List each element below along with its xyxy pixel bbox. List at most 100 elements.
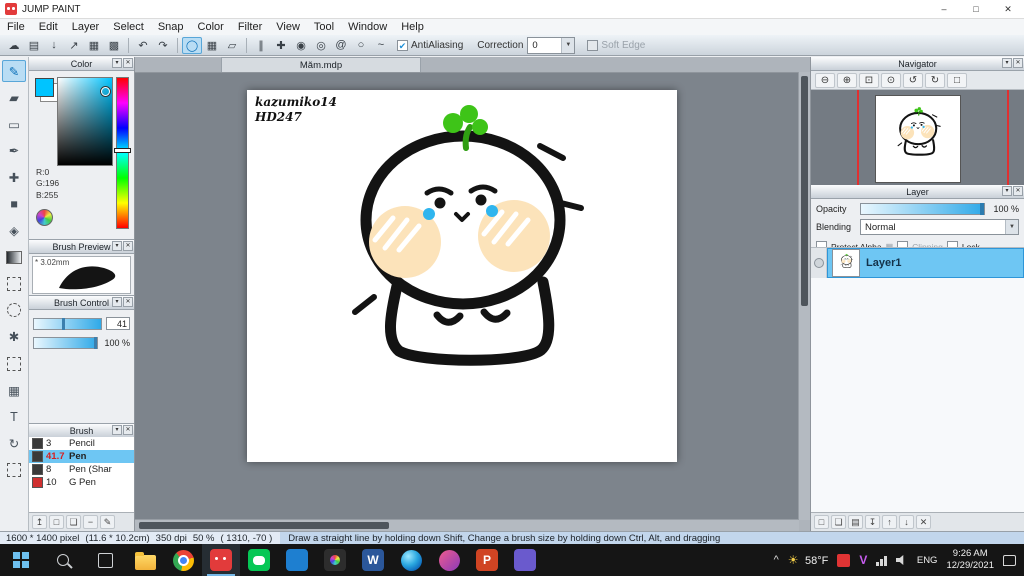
panel-close-icon[interactable]: ✕: [123, 58, 133, 68]
menu-edit[interactable]: Edit: [32, 21, 65, 33]
snap-parallel-button[interactable]: ∥: [251, 37, 271, 54]
snap-off-button[interactable]: ◯: [182, 36, 202, 54]
v-app-tray-icon[interactable]: V: [859, 553, 867, 567]
menu-filter[interactable]: Filter: [231, 21, 269, 33]
horizontal-scrollbar[interactable]: [135, 519, 799, 531]
select-tool-icon[interactable]: [2, 273, 26, 295]
minimize-button[interactable]: –: [928, 0, 960, 18]
delete-layer-icon[interactable]: ✕: [916, 515, 931, 529]
chevron-down-icon[interactable]: ▼: [1005, 220, 1018, 234]
panel-close-icon[interactable]: ✕: [123, 241, 133, 251]
import-brush-icon[interactable]: ↥: [32, 515, 47, 529]
lasso-tool-icon[interactable]: [2, 299, 26, 321]
gradient-tool-icon[interactable]: [2, 246, 26, 268]
panel-collapse-icon[interactable]: ▾: [112, 425, 122, 435]
navigator-thumbnail[interactable]: [874, 95, 961, 183]
menu-select[interactable]: Select: [106, 21, 151, 33]
maximize-button[interactable]: □: [960, 0, 992, 18]
brush-item-pen[interactable]: 41.7 Pen: [29, 450, 134, 463]
speaker-icon[interactable]: [895, 554, 904, 566]
color-wheel-icon[interactable]: [36, 209, 53, 226]
taskbar-chrome[interactable]: [164, 544, 202, 576]
snap-ellipse-button[interactable]: ○: [351, 37, 371, 54]
snap-vanish-button[interactable]: ◉: [291, 37, 311, 54]
menu-window[interactable]: Window: [341, 21, 394, 33]
rotate-right-icon[interactable]: ↻: [925, 72, 945, 88]
task-view-button[interactable]: [84, 544, 126, 576]
divide-tool-icon[interactable]: [2, 459, 26, 481]
reset-view-icon[interactable]: □: [947, 72, 967, 88]
tray-expand-icon[interactable]: ^: [774, 554, 779, 566]
eraser-tool-icon[interactable]: ▰: [2, 87, 26, 109]
duplicate-brush-icon[interactable]: ❏: [66, 515, 81, 529]
pen-tool-icon[interactable]: ✎: [2, 60, 26, 82]
slider-thumb[interactable]: [62, 317, 66, 330]
scrollbar-thumb[interactable]: [801, 76, 808, 306]
layer-opacity-slider[interactable]: [860, 203, 985, 215]
panel-collapse-icon[interactable]: ▾: [1002, 186, 1012, 196]
taskbar-store-app[interactable]: [278, 544, 316, 576]
menu-color[interactable]: Color: [191, 21, 231, 33]
gallery-icon[interactable]: ▤: [24, 37, 44, 54]
clock[interactable]: 9:26 AM 12/29/2021: [946, 548, 994, 572]
merge-layer-icon[interactable]: ↧: [865, 515, 880, 529]
taskbar-messenger-app[interactable]: [240, 544, 278, 576]
menu-view[interactable]: View: [269, 21, 307, 33]
select-pen-tool-icon[interactable]: [2, 353, 26, 375]
antivirus-tray-icon[interactable]: [837, 553, 851, 567]
chevron-down-icon[interactable]: ▼: [561, 37, 575, 53]
snap-cross-button[interactable]: ✚: [271, 37, 291, 54]
rectangle-tool-icon[interactable]: ▭: [2, 113, 26, 135]
remove-brush-icon[interactable]: −: [83, 515, 98, 529]
snap-grid-button[interactable]: ▦: [202, 37, 222, 54]
foreground-color-swatch[interactable]: [35, 78, 54, 97]
blending-dropdown[interactable]: Normal ▼: [860, 219, 1019, 235]
hue-cursor[interactable]: [114, 148, 131, 153]
zoom-actual-icon[interactable]: ⊙: [881, 72, 901, 88]
zoom-fit-icon[interactable]: ⊡: [859, 72, 879, 88]
brush-item-pencil[interactable]: 3 Pencil: [29, 437, 134, 450]
layer-visibility-toggle[interactable]: [811, 248, 827, 278]
slider-thumb[interactable]: [94, 337, 97, 349]
taskbar-media-app[interactable]: [430, 544, 468, 576]
weather-widget[interactable]: ☀ 58°F: [788, 551, 829, 569]
move-layer-up-icon[interactable]: ↑: [882, 515, 897, 529]
color-field-cursor[interactable]: [101, 87, 110, 96]
save-icon[interactable]: ↓: [44, 37, 64, 54]
panel-collapse-icon[interactable]: ▾: [112, 241, 122, 251]
close-button[interactable]: ✕: [992, 0, 1024, 18]
menu-file[interactable]: File: [0, 21, 32, 33]
taskbar-edge[interactable]: [392, 544, 430, 576]
bucket-tool-icon[interactable]: ◈: [2, 220, 26, 242]
snap-concentric-button[interactable]: ◎: [311, 37, 331, 54]
vertical-scrollbar[interactable]: [798, 72, 810, 520]
duplicate-layer-icon[interactable]: ❏: [831, 515, 846, 529]
scrollbar-thumb[interactable]: [139, 522, 389, 529]
wand-tool-icon[interactable]: ✱: [2, 326, 26, 348]
add-folder-icon[interactable]: ▤: [848, 515, 863, 529]
panel-collapse-icon[interactable]: ▾: [1002, 58, 1012, 68]
drawing-canvas[interactable]: kazumiko14 HD247: [247, 90, 677, 462]
brush-size-slider[interactable]: [33, 317, 102, 330]
control-point-tool-icon[interactable]: ✒: [2, 140, 26, 162]
document-tab[interactable]: Măm.mdp: [221, 57, 421, 72]
fill-rect-tool-icon[interactable]: ■: [2, 193, 26, 215]
undo-button[interactable]: ↶: [133, 37, 153, 54]
brush-size-value[interactable]: 41: [106, 317, 130, 330]
antialiasing-checkbox[interactable]: ✔: [397, 39, 408, 51]
add-brush-icon[interactable]: □: [49, 515, 64, 529]
panel-close-icon[interactable]: ✕: [123, 425, 133, 435]
rotate-tool-icon[interactable]: ↻: [2, 432, 26, 454]
canvas-artwork[interactable]: kazumiko14 HD247: [247, 90, 677, 462]
zoom-level[interactable]: 50 %: [187, 533, 215, 544]
soft-edge-checkbox[interactable]: [587, 39, 599, 51]
resource-icon[interactable]: ▩: [104, 37, 124, 54]
brush-item-g-pen[interactable]: 10 G Pen: [29, 476, 134, 489]
taskbar-jump-paint[interactable]: [202, 544, 240, 576]
menu-help[interactable]: Help: [394, 21, 431, 33]
export-icon[interactable]: ↗: [64, 37, 84, 54]
panel-collapse-icon[interactable]: ▾: [112, 58, 122, 68]
add-layer-icon[interactable]: □: [814, 515, 829, 529]
mesh-tool-icon[interactable]: ▦: [2, 379, 26, 401]
move-layer-down-icon[interactable]: ↓: [899, 515, 914, 529]
